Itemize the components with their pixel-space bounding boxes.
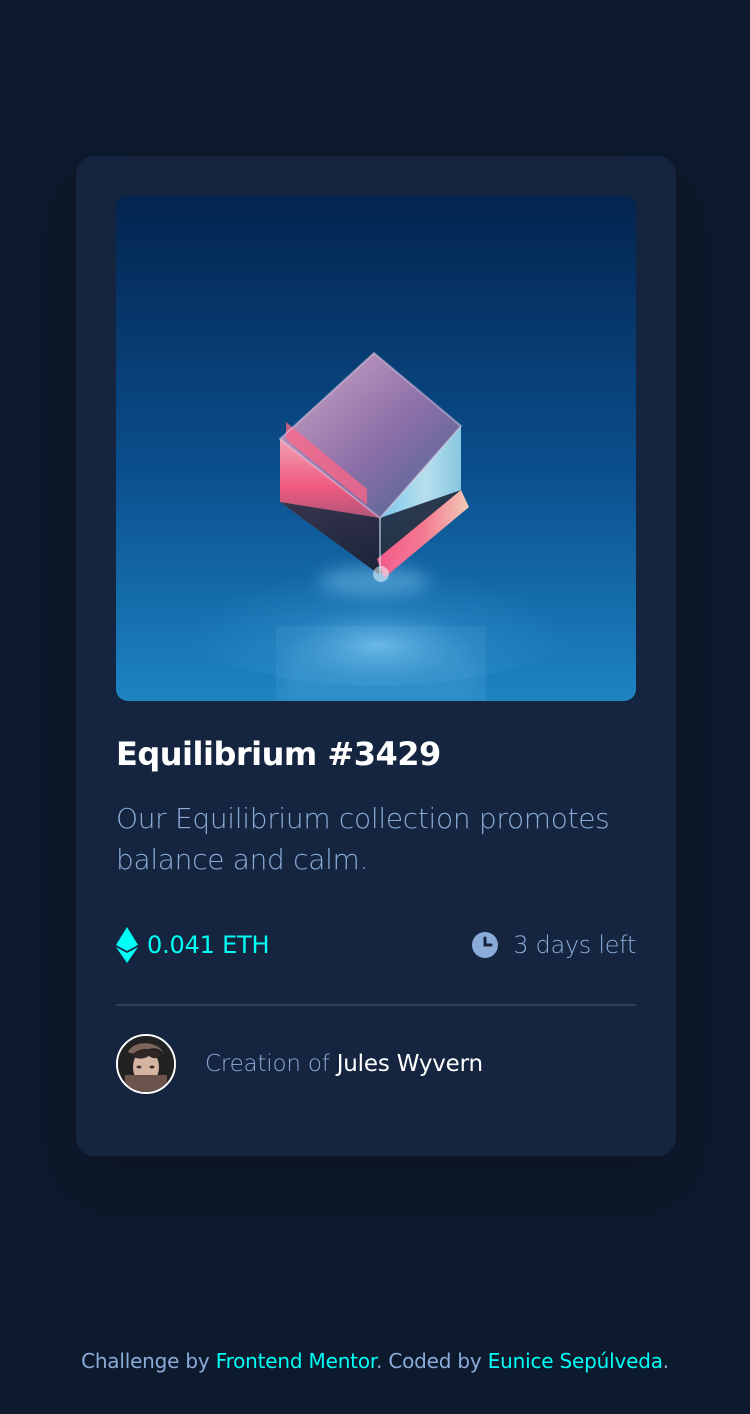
avatar (116, 1034, 176, 1094)
frontend-mentor-link[interactable]: Frontend Mentor (216, 1349, 377, 1373)
card-description: Our Equilibrium collection promotes bala… (116, 802, 610, 876)
divider (116, 1004, 636, 1006)
ethereum-icon (116, 927, 138, 963)
footer-coded-prefix: . Coded by (376, 1349, 482, 1373)
creator: Creation of Jules Wyvern (116, 1034, 636, 1094)
price-value: 0.041 ETH (147, 931, 270, 959)
nft-card: Equilibrium #3429 Our Equilibrium collec… (76, 156, 676, 1156)
time-left-value: 3 days left (513, 931, 636, 959)
attribution-footer: Challenge by Frontend Mentor. Coded by E… (0, 1349, 750, 1373)
creator-avatar-icon (118, 1036, 174, 1092)
time-left: 3 days left (471, 923, 636, 967)
creator-prefix: Creation of (205, 1051, 330, 1077)
clock-icon (472, 932, 499, 958)
equilibrium-cube-illustration (116, 196, 636, 701)
card-meta: 0.041 ETH 3 days left (116, 923, 636, 967)
footer-end: . (662, 1349, 669, 1373)
author-link[interactable]: Eunice Sepúlveda (488, 1349, 663, 1373)
footer-challenge-prefix: Challenge by (81, 1349, 210, 1373)
card-title[interactable]: Equilibrium #3429 (116, 734, 636, 774)
price: 0.041 ETH (116, 923, 270, 967)
creator-text: Creation of Jules Wyvern (205, 1051, 483, 1077)
equilibrium-image[interactable] (116, 196, 636, 701)
creator-name-link[interactable]: Jules Wyvern (337, 1051, 483, 1077)
